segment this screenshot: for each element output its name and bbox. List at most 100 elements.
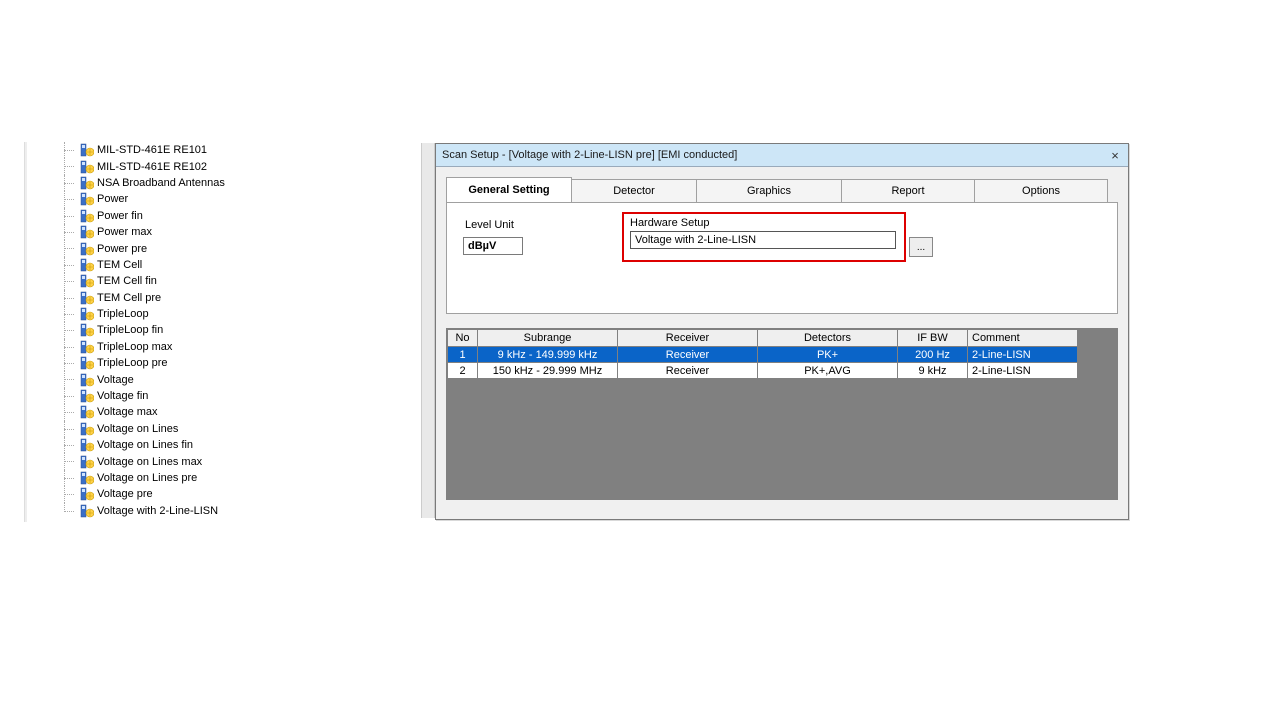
tree-item[interactable]: TEM Cell fin xyxy=(34,273,324,289)
dialog-titlebar[interactable]: Scan Setup - [Voltage with 2-Line-LISN p… xyxy=(436,144,1128,167)
table-row[interactable]: 2150 kHz - 29.999 MHzReceiverPK+,AVG9 kH… xyxy=(448,363,1078,379)
tree-item[interactable]: Power pre xyxy=(34,240,324,256)
column-header[interactable]: No xyxy=(448,330,478,347)
subrange-grid-area: NoSubrangeReceiverDetectorsIF BWComment1… xyxy=(446,328,1118,500)
tree-item[interactable]: TEM Cell xyxy=(34,257,324,273)
column-header[interactable]: Comment xyxy=(968,330,1078,347)
tree-item[interactable]: Voltage max xyxy=(34,404,324,420)
tree-item[interactable]: TripleLoop max xyxy=(34,339,324,355)
scan-setup-icon xyxy=(80,242,94,256)
tab-options[interactable]: Options xyxy=(975,179,1108,202)
scan-setup-icon xyxy=(80,471,94,485)
table-cell: PK+,AVG xyxy=(758,363,898,379)
scan-setup-icon xyxy=(80,274,94,288)
tree-item-label: MIL-STD-461E RE101 xyxy=(97,144,207,156)
hardware-setup-field[interactable] xyxy=(630,231,896,249)
tree-item[interactable]: MIL-STD-461E RE101 xyxy=(34,142,324,158)
tree-item[interactable]: NSA Broadband Antennas xyxy=(34,175,324,191)
scan-setup-icon xyxy=(80,373,94,387)
table-cell: PK+ xyxy=(758,347,898,363)
tree-item-label: TripleLoop max xyxy=(97,341,172,353)
tree-item-label: Voltage with 2-Line-LISN xyxy=(97,505,218,517)
scan-setup-icon xyxy=(80,143,94,157)
scan-setup-icon xyxy=(80,356,94,370)
tree-item[interactable]: Power max xyxy=(34,224,324,240)
scan-setup-icon xyxy=(80,307,94,321)
table-row[interactable]: 19 kHz - 149.999 kHzReceiverPK+200 Hz2-L… xyxy=(448,347,1078,363)
table-cell: 9 kHz - 149.999 kHz xyxy=(478,347,618,363)
tree-item-label: Voltage on Lines pre xyxy=(97,472,197,484)
dialog-title-text: Scan Setup - [Voltage with 2-Line-LISN p… xyxy=(442,149,737,161)
tab-general-setting[interactable]: General Setting xyxy=(446,177,572,202)
scan-setup-icon xyxy=(80,176,94,190)
scan-setup-icon xyxy=(80,487,94,501)
tree-item[interactable]: Voltage pre xyxy=(34,486,324,502)
tree-item[interactable]: Voltage on Lines pre xyxy=(34,470,324,486)
scan-setup-icon xyxy=(80,323,94,337)
tree-item[interactable]: Voltage on Lines fin xyxy=(34,437,324,453)
close-icon[interactable]: × xyxy=(1106,146,1124,164)
scan-setup-dialog: Scan Setup - [Voltage with 2-Line-LISN p… xyxy=(435,143,1129,520)
table-cell: 1 xyxy=(448,347,478,363)
scan-setup-icon xyxy=(80,258,94,272)
scan-setup-icon xyxy=(80,438,94,452)
tree-item[interactable]: TripleLoop pre xyxy=(34,355,324,371)
tree-item-label: Power fin xyxy=(97,210,143,222)
tree-item[interactable]: Voltage fin xyxy=(34,388,324,404)
table-cell: 150 kHz - 29.999 MHz xyxy=(478,363,618,379)
table-cell: Receiver xyxy=(618,363,758,379)
tree-item-label: Power pre xyxy=(97,243,147,255)
tree-item-label: Voltage on Lines xyxy=(97,423,178,435)
scan-setup-icon xyxy=(80,504,94,518)
tree-item-label: Voltage xyxy=(97,374,134,386)
tab-detector[interactable]: Detector xyxy=(572,179,697,202)
tree-item[interactable]: Voltage with 2-Line-LISN xyxy=(34,503,324,519)
tree-item-label: TripleLoop pre xyxy=(97,357,168,369)
scan-setup-icon xyxy=(80,422,94,436)
tree-item[interactable]: MIL-STD-461E RE102 xyxy=(34,158,324,174)
tab-report[interactable]: Report xyxy=(842,179,975,202)
column-header[interactable]: Subrange xyxy=(478,330,618,347)
tree-item[interactable]: Voltage xyxy=(34,371,324,387)
tree-item-label: Power xyxy=(97,193,128,205)
scan-setup-icon xyxy=(80,455,94,469)
hardware-setup-browse-button[interactable]: ... xyxy=(909,237,933,257)
hardware-setup-label: Hardware Setup xyxy=(630,217,898,229)
column-header[interactable]: IF BW xyxy=(898,330,968,347)
tree-item-label: TripleLoop xyxy=(97,308,149,320)
level-unit-field[interactable]: dBµV xyxy=(463,237,523,255)
column-header[interactable]: Detectors xyxy=(758,330,898,347)
scan-setup-icon xyxy=(80,160,94,174)
tab-general-setting: Level Unit dBµV Hardware Setup ... xyxy=(446,202,1118,314)
tree-item[interactable]: TripleLoop fin xyxy=(34,322,324,338)
tree-item-label: Voltage fin xyxy=(97,390,148,402)
scan-setup-icon xyxy=(80,291,94,305)
tree-item-label: Voltage on Lines max xyxy=(97,456,202,468)
scrollbar-vertical[interactable] xyxy=(421,143,435,518)
tree-item-label: TripleLoop fin xyxy=(97,324,163,336)
tree-item-label: TEM Cell fin xyxy=(97,275,157,287)
table-cell: Receiver xyxy=(618,347,758,363)
tree-item-label: NSA Broadband Antennas xyxy=(97,177,225,189)
tree-item-label: Voltage max xyxy=(97,406,158,418)
tree-item-label: Voltage on Lines fin xyxy=(97,439,193,451)
table-cell: 2-Line-LISN xyxy=(968,347,1078,363)
tree-item[interactable]: Voltage on Lines max xyxy=(34,453,324,469)
left-border xyxy=(24,142,27,522)
tree-item[interactable]: Power fin xyxy=(34,208,324,224)
tree-panel: MIL-STD-461E RE101 MIL-STD-461E RE102 NSA … xyxy=(34,142,324,519)
tab-graphics[interactable]: Graphics xyxy=(697,179,842,202)
tree-item[interactable]: TEM Cell pre xyxy=(34,290,324,306)
subrange-table[interactable]: NoSubrangeReceiverDetectorsIF BWComment1… xyxy=(447,329,1078,379)
scan-setup-icon xyxy=(80,405,94,419)
tree-item[interactable]: Power xyxy=(34,191,324,207)
scan-setup-icon xyxy=(80,192,94,206)
hardware-setup-highlight: Hardware Setup xyxy=(622,212,906,262)
tree-item[interactable]: Voltage on Lines xyxy=(34,421,324,437)
tree-item[interactable]: TripleLoop xyxy=(34,306,324,322)
tree-item-label: TEM Cell pre xyxy=(97,292,161,304)
table-cell: 2-Line-LISN xyxy=(968,363,1078,379)
scan-setup-icon xyxy=(80,209,94,223)
table-cell: 9 kHz xyxy=(898,363,968,379)
column-header[interactable]: Receiver xyxy=(618,330,758,347)
